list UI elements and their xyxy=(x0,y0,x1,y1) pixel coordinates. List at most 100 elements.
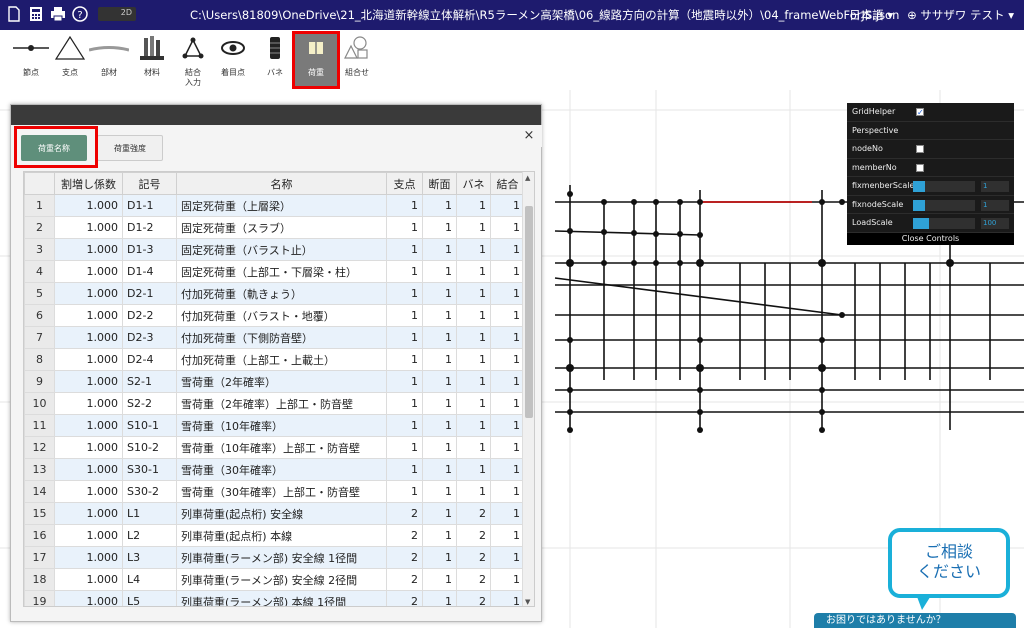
cell-section[interactable]: 1 xyxy=(422,238,457,261)
cell-section[interactable]: 1 xyxy=(422,480,457,503)
control-fix-member-scale[interactable]: fixmenberScale 1 xyxy=(847,177,1014,196)
table-row[interactable]: 19 1.000 L5 列車荷重(ラーメン部) 本線 1径間 2 1 2 1 xyxy=(24,590,525,606)
cell-support[interactable]: 1 xyxy=(386,238,423,261)
load-scale-value[interactable]: 100 xyxy=(981,218,1009,229)
table-row[interactable]: 10 1.000 S2-2 雪荷重（2年確率）上部工・防音壁 1 1 1 1 xyxy=(24,392,525,415)
table-row[interactable]: 8 1.000 D2-4 付加死荷重（上部工・上載土） 1 1 1 1 xyxy=(24,348,525,371)
cell-section[interactable]: 1 xyxy=(422,546,457,569)
cell-name[interactable]: 付加死荷重（軌きょう） xyxy=(176,282,387,305)
scroll-down-icon[interactable]: ▼ xyxy=(525,598,530,606)
cell-factor[interactable]: 1.000 xyxy=(54,590,123,606)
cell-factor[interactable]: 1.000 xyxy=(54,436,123,459)
cell-spring[interactable]: 1 xyxy=(456,304,491,327)
table-row[interactable]: 16 1.000 L2 列車荷重(起点桁) 本線 2 1 2 1 xyxy=(24,524,525,547)
cell-spring[interactable]: 1 xyxy=(456,370,491,393)
cell-section[interactable]: 1 xyxy=(422,348,457,371)
cell-code[interactable]: S30-2 xyxy=(122,480,177,503)
tab-load-strength[interactable]: 荷重強度 xyxy=(97,135,163,161)
table-scrollbar[interactable]: ▲ ▼ xyxy=(522,172,534,606)
tool-support[interactable]: 支点 xyxy=(49,34,91,86)
cell-name[interactable]: 固定死荷重（上層梁） xyxy=(176,194,387,217)
cell-code[interactable]: S2-1 xyxy=(122,370,177,393)
cell-joint[interactable]: 1 xyxy=(490,502,525,525)
cell-code[interactable]: L2 xyxy=(122,524,177,547)
cell-name[interactable]: 雪荷重（2年確率）上部工・防音壁 xyxy=(176,392,387,415)
tool-node[interactable]: 節点 xyxy=(10,34,52,86)
calculator-icon[interactable] xyxy=(28,6,44,22)
cell-support[interactable]: 1 xyxy=(386,282,423,305)
cell-name[interactable]: 付加死荷重（上部工・上載土） xyxy=(176,348,387,371)
cell-code[interactable]: L5 xyxy=(122,590,177,606)
cell-support[interactable]: 2 xyxy=(386,590,423,606)
cell-section[interactable]: 1 xyxy=(422,304,457,327)
table-row[interactable]: 4 1.000 D1-4 固定死荷重（上部工・下層梁・柱） 1 1 1 1 xyxy=(24,260,525,283)
cell-support[interactable]: 1 xyxy=(386,414,423,437)
cell-section[interactable]: 1 xyxy=(422,194,457,217)
cell-support[interactable]: 1 xyxy=(386,480,423,503)
table-row[interactable]: 2 1.000 D1-2 固定死荷重（スラブ） 1 1 1 1 xyxy=(24,216,525,239)
cell-factor[interactable]: 1.000 xyxy=(54,326,123,349)
table-row[interactable]: 3 1.000 D1-3 固定死荷重（バラスト止） 1 1 1 1 xyxy=(24,238,525,261)
scroll-thumb[interactable] xyxy=(525,206,533,418)
col-spring[interactable]: バネ xyxy=(456,172,491,195)
cell-joint[interactable]: 1 xyxy=(490,568,525,591)
cell-spring[interactable]: 1 xyxy=(456,326,491,349)
help-chat-bar[interactable]: お困りではありませんか？ xyxy=(814,613,1016,628)
cell-spring[interactable]: 1 xyxy=(456,458,491,481)
col-name[interactable]: 名称 xyxy=(176,172,387,195)
cell-factor[interactable]: 1.000 xyxy=(54,458,123,481)
cell-spring[interactable]: 1 xyxy=(456,392,491,415)
help-icon[interactable]: ? xyxy=(72,6,88,22)
cell-spring[interactable]: 1 xyxy=(456,260,491,283)
cell-code[interactable]: D1-4 xyxy=(122,260,177,283)
cell-code[interactable]: S10-2 xyxy=(122,436,177,459)
cell-spring[interactable]: 1 xyxy=(456,348,491,371)
language-select[interactable]: 日本語 ▾ xyxy=(849,7,893,23)
cell-support[interactable]: 2 xyxy=(386,524,423,547)
cell-spring[interactable]: 1 xyxy=(456,194,491,217)
control-member-no[interactable]: memberNo xyxy=(847,159,1014,177)
tool-spring[interactable]: バネ xyxy=(254,34,296,86)
cell-section[interactable]: 1 xyxy=(422,436,457,459)
fix-node-scale-value[interactable]: 1 xyxy=(981,199,1009,211)
control-fix-node-scale[interactable]: fixnodeScale 1 xyxy=(847,196,1014,214)
cell-joint[interactable]: 1 xyxy=(490,304,525,327)
cell-name[interactable]: 列車荷重(ラーメン部) 安全線 2径間 xyxy=(176,568,387,591)
cell-joint[interactable]: 1 xyxy=(490,282,525,305)
control-perspective[interactable]: Perspective xyxy=(847,122,1014,140)
print-icon[interactable] xyxy=(50,6,66,22)
dialog-header[interactable] xyxy=(11,105,541,125)
col-joint[interactable]: 結合 xyxy=(490,172,525,195)
cell-joint[interactable]: 1 xyxy=(490,590,525,606)
cell-factor[interactable]: 1.000 xyxy=(54,216,123,239)
cell-factor[interactable]: 1.000 xyxy=(54,348,123,371)
cell-name[interactable]: 固定死荷重（上部工・下層梁・柱） xyxy=(176,260,387,283)
cell-code[interactable]: D2-3 xyxy=(122,326,177,349)
cell-section[interactable]: 1 xyxy=(422,590,457,606)
cell-section[interactable]: 1 xyxy=(422,568,457,591)
tool-combine[interactable]: 組合せ xyxy=(336,34,378,86)
cell-name[interactable]: 付加死荷重（バラスト・地覆） xyxy=(176,304,387,327)
cell-code[interactable]: D2-2 xyxy=(122,304,177,327)
control-node-no[interactable]: nodeNo xyxy=(847,140,1014,159)
cell-code[interactable]: S30-1 xyxy=(122,458,177,481)
cell-factor[interactable]: 1.000 xyxy=(54,304,123,327)
tool-joint[interactable]: 結合 入力 xyxy=(172,34,214,87)
cell-spring[interactable]: 1 xyxy=(456,238,491,261)
cell-name[interactable]: 雪荷重（30年確率） xyxy=(176,458,387,481)
table-row[interactable]: 12 1.000 S10-2 雪荷重（10年確率）上部工・防音壁 1 1 1 1 xyxy=(24,436,525,459)
table-row[interactable]: 14 1.000 S30-2 雪荷重（30年確率）上部工・防音壁 1 1 1 1 xyxy=(24,480,525,503)
cell-joint[interactable]: 1 xyxy=(490,238,525,261)
cell-name[interactable]: 雪荷重（30年確率）上部工・防音壁 xyxy=(176,480,387,503)
cell-joint[interactable]: 1 xyxy=(490,414,525,437)
member-no-checkbox[interactable] xyxy=(916,163,924,172)
cell-spring[interactable]: 2 xyxy=(456,502,491,525)
cell-code[interactable]: D2-1 xyxy=(122,282,177,305)
table-row[interactable]: 18 1.000 L4 列車荷重(ラーメン部) 安全線 2径間 2 1 2 1 xyxy=(24,568,525,591)
cell-section[interactable]: 1 xyxy=(422,282,457,305)
cell-section[interactable]: 1 xyxy=(422,414,457,437)
cell-joint[interactable]: 1 xyxy=(490,392,525,415)
tool-member[interactable]: 部材 xyxy=(88,34,130,86)
cell-support[interactable]: 1 xyxy=(386,370,423,393)
cell-code[interactable]: L1 xyxy=(122,502,177,525)
